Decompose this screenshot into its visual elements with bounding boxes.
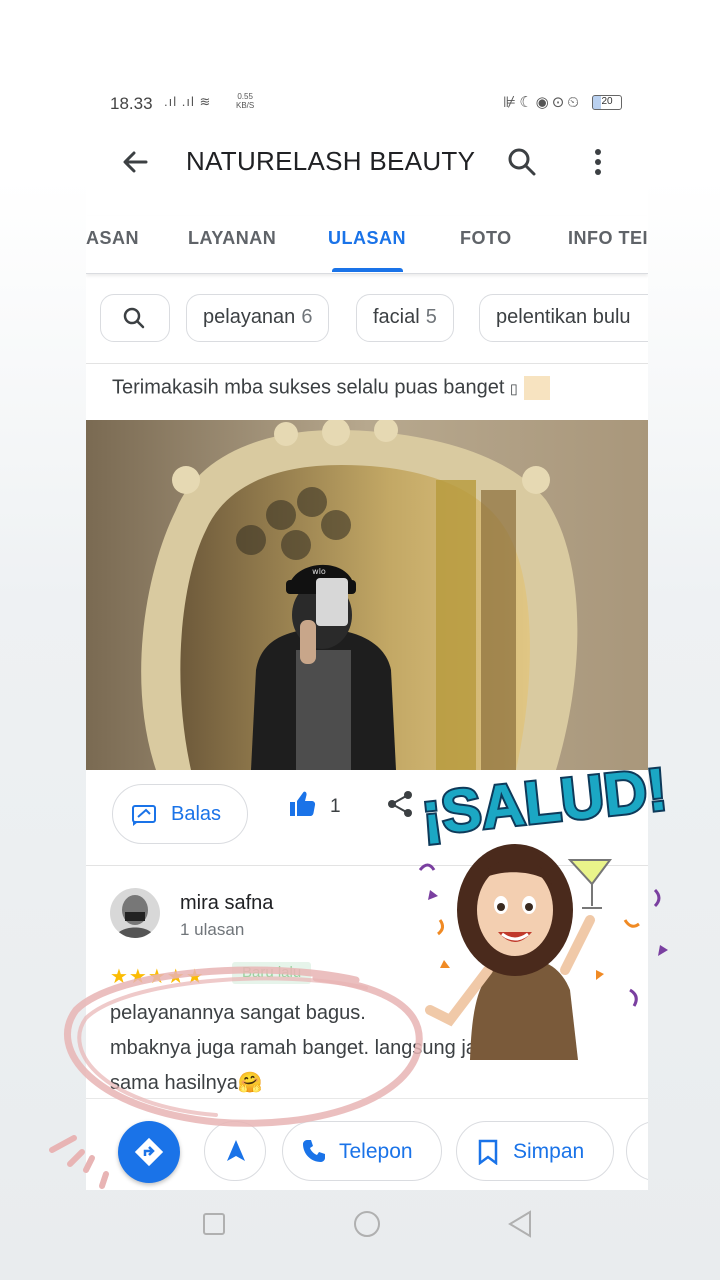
signal-icon: .ıl .ıl ≋ (164, 94, 212, 109)
tab-foto[interactable]: FOTO (460, 228, 512, 249)
emoji-icon (523, 376, 550, 400)
system-nav-bar (86, 1190, 648, 1260)
chip-search[interactable] (100, 294, 170, 342)
search-icon (508, 148, 536, 176)
navigation-arrow-icon (227, 1140, 245, 1161)
reviewer-name[interactable]: mira safna (180, 892, 273, 915)
net-speed: 0.55 KB/S (236, 92, 255, 110)
tab-ulasan[interactable]: ULASAN (328, 228, 406, 249)
reply-icon (132, 805, 156, 826)
save-button[interactable]: Simpan (456, 1121, 614, 1181)
mirror-selfie-image: wlo (86, 420, 648, 770)
like-button[interactable]: 1 (286, 788, 346, 828)
back-button[interactable] (116, 142, 156, 182)
arrow-back-icon (123, 151, 148, 173)
home-icon (354, 1211, 380, 1237)
app-bar: NATURELASH BEAUTY (86, 128, 648, 196)
salud-sticker: ¡SALUD! (416, 760, 672, 1060)
share-place-button[interactable] (626, 1121, 648, 1181)
more-vert-icon (595, 149, 601, 175)
reply-button[interactable]: Balas (112, 784, 248, 844)
search-button[interactable] (502, 142, 542, 182)
chip-facial[interactable]: facial 5 (356, 294, 454, 342)
svg-text:wlo: wlo (312, 567, 326, 576)
tab-bar: ASAN LAYANAN ULASAN FOTO INFO TEI (86, 216, 648, 274)
battery-icon: 20 (592, 95, 622, 110)
active-tab-indicator (332, 268, 403, 272)
chip-pelentikan[interactable]: pelentikan bulu (479, 294, 648, 342)
status-time: 18.33 (110, 94, 153, 113)
thumb-up-icon (290, 791, 316, 816)
chip-pelayanan[interactable]: pelayanan 6 (186, 294, 330, 342)
filter-chips: pelayanan 6 facial 5 pelentikan bulu (86, 294, 648, 344)
previous-review-text: Terimakasih mba sukses selalu puas bange… (112, 376, 550, 400)
status-bar: 18.33 .ıl .ıl ≋ 0.55 KB/S ⊯☾◉⊙⏲ 20 (86, 80, 648, 128)
page-title: NATURELASH BEAUTY (186, 146, 476, 176)
tab-info[interactable]: INFO TEI (568, 228, 648, 249)
reviewer-meta: 1 ulasan (180, 920, 245, 939)
phone-icon (303, 1140, 325, 1162)
divider (86, 363, 648, 364)
svg-text:¡SALUD!: ¡SALUD! (418, 760, 670, 848)
search-icon (123, 307, 145, 329)
avatar[interactable] (110, 888, 160, 938)
circle-annotation (64, 966, 423, 1127)
review-photo[interactable]: wlo (86, 420, 648, 770)
recents-icon (203, 1213, 225, 1235)
back-nav-icon (508, 1210, 531, 1238)
decorative-dashes (49, 1135, 109, 1189)
bookmark-icon (478, 1139, 498, 1165)
status-icons: ⊯☾◉⊙⏲ (503, 94, 582, 111)
tab-partial[interactable]: ASAN (86, 228, 139, 249)
more-options-button[interactable] (578, 142, 618, 182)
tab-layanan[interactable]: LAYANAN (188, 228, 276, 249)
